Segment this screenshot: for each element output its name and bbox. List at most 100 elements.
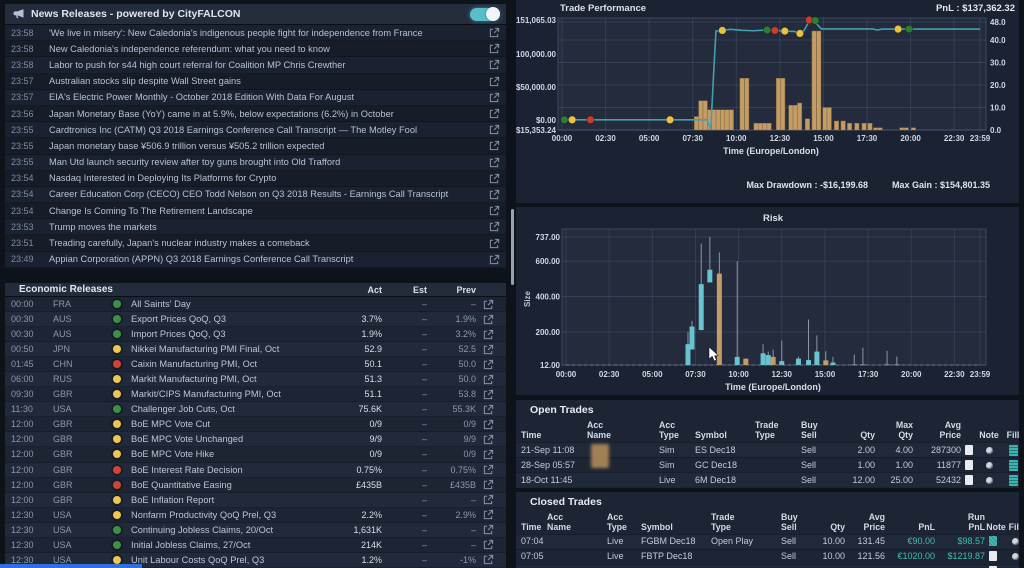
external-link-icon[interactable]	[489, 173, 500, 184]
release-country: GBR	[53, 419, 73, 430]
external-link-icon[interactable]	[483, 509, 494, 520]
news-headline[interactable]: Career Education Corp (CECO) CEO Todd Ne…	[49, 189, 482, 199]
external-link-icon[interactable]	[489, 43, 500, 54]
external-link-icon[interactable]	[483, 449, 494, 460]
external-link-icon[interactable]	[483, 389, 494, 400]
news-list-item[interactable]: 23:58 New Caledonia's independence refer…	[5, 41, 506, 58]
note-indicator-icon[interactable]	[985, 476, 993, 484]
external-link-icon[interactable]	[483, 524, 494, 535]
news-headline[interactable]: Treading carefully, Japan's nuclear indu…	[49, 238, 482, 248]
external-link-icon[interactable]	[489, 140, 500, 151]
news-headline[interactable]: EIA's Electric Power Monthly - October 2…	[49, 92, 482, 102]
external-link-icon[interactable]	[489, 205, 500, 216]
news-toggle-knob	[486, 6, 500, 21]
news-headline[interactable]: Man Utd launch security review after toy…	[49, 157, 482, 167]
external-link-icon[interactable]	[483, 404, 494, 415]
risk-candle-tan	[716, 273, 722, 365]
release-previous: 50.0	[458, 374, 476, 385]
news-list-item[interactable]: 23:57 Australian stocks slip despite Wal…	[5, 74, 506, 90]
trade-event-marker-red	[586, 115, 595, 125]
news-toggle[interactable]	[470, 6, 500, 21]
news-list-item[interactable]: 23:54 Change Is Coming To The Retirement…	[5, 203, 506, 220]
release-time: 12:00	[11, 434, 34, 445]
news-list-item[interactable]: 23:55 Cardtronics Inc (CATM) Q3 2018 Ear…	[5, 122, 506, 139]
svg-text:$0.00: $0.00	[536, 116, 557, 125]
external-link-icon[interactable]	[483, 419, 494, 430]
external-link-icon[interactable]	[489, 27, 500, 38]
external-link-icon[interactable]	[483, 464, 494, 475]
fill-icon[interactable]	[1008, 444, 1018, 456]
note-indicator-icon[interactable]	[1011, 552, 1019, 560]
external-link-icon[interactable]	[489, 76, 500, 87]
external-link-icon[interactable]	[489, 157, 500, 168]
price-note-icon[interactable]	[965, 460, 973, 470]
trade-event-marker-yellow	[568, 115, 577, 125]
trade-volume-bar	[854, 123, 860, 131]
news-headline[interactable]: Appian Corporation (APPN) Q3 2018 Earnin…	[49, 254, 482, 264]
news-list-item[interactable]: 23:57 EIA's Electric Power Monthly - Oct…	[5, 89, 506, 106]
news-headline[interactable]: New Caledonia's independence referendum:…	[49, 44, 482, 54]
importance-dot	[113, 420, 121, 429]
news-headline[interactable]: Trump moves the markets	[49, 222, 482, 232]
fill-icon[interactable]	[1008, 474, 1018, 486]
news-list-item[interactable]: 23:49 Appian Corporation (APPN) Q3 2018 …	[5, 251, 506, 268]
external-link-icon[interactable]	[489, 221, 500, 232]
external-link-icon[interactable]	[483, 494, 494, 505]
external-link-icon[interactable]	[489, 92, 500, 103]
news-list-item[interactable]: 23:54 Nasdaq Interested in Deploying Its…	[5, 171, 506, 187]
release-time: 00:30	[11, 329, 34, 340]
external-link-icon[interactable]	[483, 314, 494, 325]
news-list-item[interactable]: 23:53 Trump moves the markets	[5, 219, 506, 236]
release-time: 11:30	[11, 404, 33, 415]
news-headline[interactable]: Labor to push for s44 high court referra…	[49, 60, 482, 70]
fill-icon[interactable]	[1008, 459, 1018, 471]
release-name: All Saints' Day	[131, 299, 191, 310]
news-list-item[interactable]: 23:55 Japan monetary base ¥506.9 trillio…	[5, 138, 506, 155]
external-link-icon[interactable]	[489, 108, 500, 119]
news-headline[interactable]: Japan monetary base ¥506.9 trillion vers…	[49, 141, 482, 151]
news-headline[interactable]: Change Is Coming To The Retirement Lands…	[49, 206, 482, 216]
price-note-icon[interactable]	[965, 475, 973, 485]
external-link-icon[interactable]	[483, 374, 494, 385]
svg-text:$151,065.03: $151,065.03	[516, 16, 557, 25]
news-list-item[interactable]: 23:51 Treading carefully, Japan's nuclea…	[5, 235, 506, 252]
external-link-icon[interactable]	[483, 479, 494, 490]
news-headline[interactable]: Cardtronics Inc (CATM) Q3 2018 Earnings …	[49, 125, 482, 135]
news-list-item[interactable]: 23:55 Man Utd launch security review aft…	[5, 154, 506, 171]
news-list-item[interactable]: 23:58 'We live in misery': New Caledonia…	[5, 25, 506, 42]
external-link-icon[interactable]	[489, 238, 500, 249]
external-link-icon[interactable]	[489, 189, 500, 200]
price-note-icon[interactable]	[965, 445, 973, 455]
news-headline[interactable]: Nasdaq Interested in Deploying Its Platf…	[49, 173, 482, 183]
svg-text:0.0: 0.0	[990, 126, 1002, 135]
risk-candle-teal	[760, 353, 766, 365]
external-link-icon[interactable]	[489, 254, 500, 265]
external-link-icon[interactable]	[483, 539, 494, 550]
release-country: GBR	[53, 464, 73, 475]
news-headline[interactable]: 'We live in misery': New Caledonia's ind…	[49, 28, 482, 38]
news-headline[interactable]: Australian stocks slip despite Wall Stre…	[49, 76, 482, 86]
external-link-icon[interactable]	[483, 554, 494, 565]
release-actual: 51.3	[364, 374, 382, 385]
note-indicator-icon[interactable]	[985, 446, 993, 454]
external-link-icon[interactable]	[489, 124, 500, 135]
external-link-icon[interactable]	[483, 329, 494, 340]
svg-text:23:59: 23:59	[970, 370, 991, 379]
scrollbar[interactable]	[511, 209, 514, 285]
trade-volume-bar	[766, 123, 772, 131]
external-link-icon[interactable]	[483, 299, 494, 310]
closed-trades-rows: 07:04 Live FGBM Dec18 Open Play Sell 10.…	[516, 534, 1019, 568]
note-indicator-icon[interactable]	[985, 461, 993, 469]
news-list-item[interactable]: 23:54 Career Education Corp (CECO) CEO T…	[5, 186, 506, 204]
note-indicator-icon[interactable]	[1011, 537, 1019, 545]
news-headline[interactable]: Japan Monetary Base (YoY) came in at 5.9…	[49, 109, 482, 119]
news-list-item[interactable]: 23:56 Japan Monetary Base (YoY) came in …	[5, 106, 506, 123]
svg-text:05:00: 05:00	[639, 134, 660, 143]
external-link-icon[interactable]	[483, 434, 494, 445]
external-link-icon[interactable]	[489, 59, 500, 70]
note-doc-icon[interactable]	[989, 536, 997, 546]
external-link-icon[interactable]	[483, 359, 494, 370]
external-link-icon[interactable]	[483, 344, 494, 355]
note-doc-icon[interactable]	[989, 551, 997, 561]
news-list-item[interactable]: 23:58 Labor to push for s44 high court r…	[5, 57, 506, 74]
